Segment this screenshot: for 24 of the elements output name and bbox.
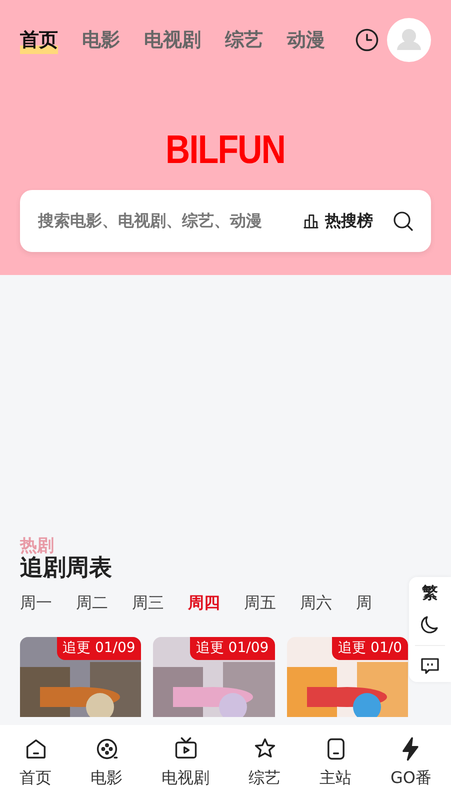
history-icon[interactable] [354,27,380,53]
weekday-tab[interactable]: 周四 [188,590,220,615]
update-badge: 追更 01/0 [332,636,408,660]
bottom-nav-item[interactable]: 电影 [90,736,122,790]
section-title: 追剧周表 [20,555,113,583]
update-badge: 追更 01/09 [56,636,142,660]
bottom-nav-item[interactable]: GO番 [390,736,432,790]
bottom-nav-item[interactable]: 首页 [20,736,52,790]
section-heading: 热剧 [20,537,55,555]
bottom-nav-item[interactable]: 综艺 [248,736,280,790]
hot-search-button[interactable]: 热搜榜 [301,209,373,233]
site-logo: BILFUN [166,127,286,174]
update-badge: 追更 01/09 [190,636,275,660]
weekday-tab[interactable]: 周六 [300,590,332,615]
weekday-tab[interactable]: 周五 [244,590,276,615]
weekday-tab[interactable]: 周三 [132,590,164,615]
search-icon[interactable] [391,209,415,233]
bottom-nav-item[interactable]: 主站 [320,736,352,790]
traditional-chinese-button[interactable]: 繁 [422,581,438,605]
tv-icon [172,736,198,762]
weekday-tab[interactable]: 周二 [76,590,108,615]
weekday-tab[interactable]: 周一 [20,590,52,615]
weekday-tab[interactable]: 周 [356,590,372,615]
bottom-nav-item[interactable]: 电视剧 [162,736,210,790]
